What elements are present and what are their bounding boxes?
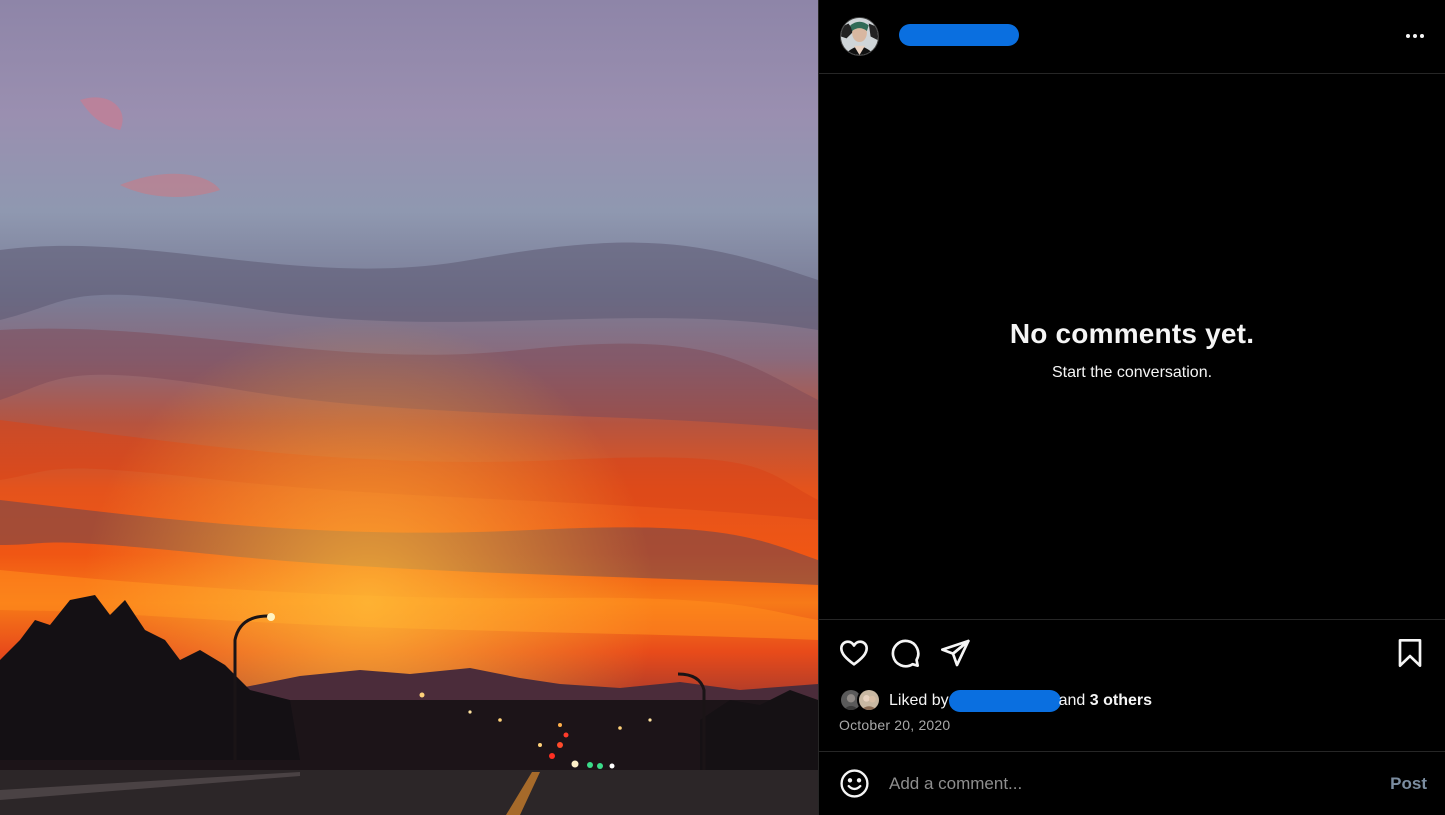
post-detail-panel: username No comments yet. Start the conv… bbox=[818, 0, 1445, 815]
comments-section: No comments yet. Start the conversation. bbox=[819, 75, 1445, 619]
comment-icon[interactable] bbox=[889, 637, 921, 669]
emoji-icon[interactable] bbox=[839, 768, 870, 799]
share-icon[interactable] bbox=[939, 637, 971, 669]
post-photo[interactable] bbox=[0, 0, 818, 815]
author-username[interactable]: username bbox=[899, 24, 1019, 46]
author-avatar[interactable] bbox=[840, 17, 879, 56]
no-comments-title: No comments yet. bbox=[1009, 318, 1255, 349]
likes-others-link[interactable]: 3 others bbox=[1090, 692, 1152, 710]
post-header: username bbox=[819, 0, 1445, 74]
bookmark-icon[interactable] bbox=[1394, 637, 1426, 669]
liker-avatars bbox=[839, 688, 889, 714]
comment-input[interactable] bbox=[889, 770, 1359, 798]
post-actions: Liked by liker and 3 others October 20, … bbox=[819, 619, 1445, 752]
likes-connector: and bbox=[1058, 692, 1086, 709]
no-comments-subtitle: Start the conversation. bbox=[1051, 364, 1213, 381]
post-comment-button[interactable]: Post bbox=[1390, 774, 1427, 794]
heart-icon[interactable] bbox=[838, 637, 870, 669]
sunset-photo bbox=[0, 0, 818, 815]
comment-form: Post bbox=[819, 752, 1445, 815]
liked-by-label: Liked by bbox=[889, 692, 949, 709]
likes-summary[interactable]: Liked by liker and 3 others bbox=[839, 687, 1152, 715]
liker-avatar bbox=[857, 688, 881, 712]
more-options-icon[interactable] bbox=[1401, 24, 1429, 48]
post-date[interactable]: October 20, 2020 bbox=[839, 717, 950, 733]
liker-username[interactable]: liker bbox=[948, 690, 1061, 712]
